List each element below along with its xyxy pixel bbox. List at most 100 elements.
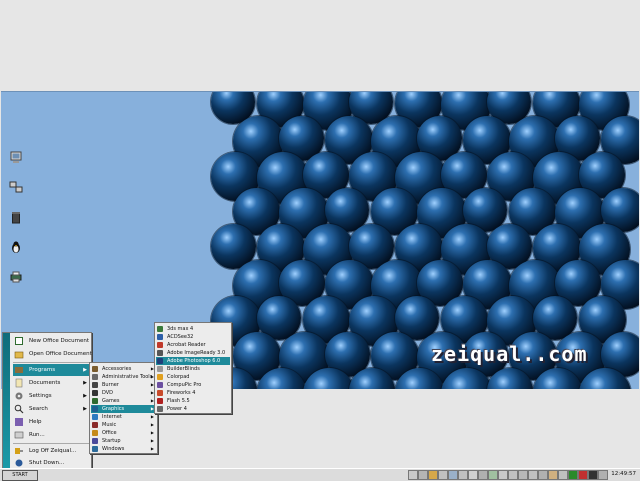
documents-icon <box>15 378 23 388</box>
tray-icon[interactable] <box>478 470 488 480</box>
graphics-app-item[interactable]: Adobe ImageReady 3.0 <box>156 349 230 357</box>
tray-icon[interactable] <box>458 470 468 480</box>
tray-icon[interactable] <box>468 470 478 480</box>
app-icon <box>157 342 163 348</box>
app-icon <box>157 398 163 404</box>
tray-icon[interactable] <box>508 470 518 480</box>
app-icon <box>157 390 163 396</box>
computer-icon[interactable] <box>9 150 23 164</box>
programs-item[interactable]: Graphics ▶ <box>91 405 156 413</box>
run-icon <box>14 431 24 439</box>
programs-item[interactable]: Administrative Tools ▶ <box>91 373 156 381</box>
office-document-icon <box>15 337 23 345</box>
start-item-help[interactable]: Help <box>13 416 89 428</box>
folder-icon <box>92 398 98 404</box>
graphics-app-item[interactable]: Adobe Photoshop 6.0 <box>156 357 230 365</box>
system-tray <box>408 470 638 480</box>
tray-icon[interactable] <box>558 470 568 480</box>
open-office-document-item[interactable]: Open Office Document <box>13 348 92 360</box>
submenu-arrow-icon: ▶ <box>150 414 154 419</box>
start-item-run[interactable]: Run... <box>13 429 89 441</box>
graphics-app-item[interactable]: CompuPic Pro <box>156 381 230 389</box>
graphics-app-item[interactable]: ACDSee32 <box>156 333 230 341</box>
graphics-submenu: 3ds max 4 ACDSee32 Acrobat Reader Adobe Ima… <box>154 322 232 414</box>
start-menu: New Office Document Open Office Document… <box>2 332 92 470</box>
printer-icon[interactable] <box>9 270 23 284</box>
programs-submenu: Accessories ▶ Administrative Tools ▶ Burner ▶… <box>89 362 158 454</box>
submenu-arrow-icon: ▶ <box>83 393 87 399</box>
tray-icon[interactable] <box>578 470 588 480</box>
folder-icon <box>92 430 98 436</box>
submenu-arrow-icon: ▶ <box>150 422 154 427</box>
tray-icon[interactable] <box>418 470 428 480</box>
tray-icon[interactable] <box>598 470 608 480</box>
tray-icon[interactable] <box>408 470 418 480</box>
programs-item[interactable]: Games ▶ <box>91 397 156 405</box>
menu-separator <box>13 443 89 444</box>
app-icon <box>157 374 163 380</box>
desktop-wallpaper: zeiqual..com <box>1 91 639 389</box>
graphics-app-item[interactable]: BuilderBlinds <box>156 365 230 373</box>
taskbar-clock: 12:49:57 <box>611 471 636 477</box>
taskbar: START 12:49:57 <box>0 468 640 481</box>
start-item-search[interactable]: Search ▶ <box>13 403 89 415</box>
programs-item[interactable]: Windows ▶ <box>91 445 156 453</box>
app-icon <box>157 366 163 372</box>
programs-item[interactable]: Startup ▶ <box>91 437 156 445</box>
start-item-settings[interactable]: Settings ▶ <box>13 390 89 402</box>
new-office-document-item[interactable]: New Office Document <box>13 335 89 347</box>
programs-item[interactable]: DVD ▶ <box>91 389 156 397</box>
app-icon <box>157 326 163 332</box>
tray-icon[interactable] <box>588 470 598 480</box>
tray-icon[interactable] <box>498 470 508 480</box>
folder-icon <box>92 414 98 420</box>
programs-item[interactable]: Office ▶ <box>91 429 156 437</box>
programs-item[interactable]: Internet ▶ <box>91 413 156 421</box>
tray-icon[interactable] <box>548 470 558 480</box>
graphics-app-item[interactable]: Acrobat Reader <box>156 341 230 349</box>
shut-down-icon <box>15 459 23 467</box>
app-icon <box>157 358 163 364</box>
tray-icon[interactable] <box>448 470 458 480</box>
folder-icon <box>92 390 98 396</box>
programs-item[interactable]: Music ▶ <box>91 421 156 429</box>
graphics-app-item[interactable]: 3ds max 4 <box>156 325 230 333</box>
folder-icon <box>92 406 98 412</box>
trash-icon[interactable] <box>9 210 23 224</box>
folder-icon <box>92 374 98 380</box>
tray-icon[interactable] <box>518 470 528 480</box>
tray-icon[interactable] <box>528 470 538 480</box>
programs-item[interactable]: Burner ▶ <box>91 381 156 389</box>
graphics-app-item[interactable]: Fireworks 4 <box>156 389 230 397</box>
help-icon <box>15 418 23 426</box>
folder-icon <box>92 366 98 372</box>
log-off-item[interactable]: Log Off Zeiqual... <box>13 445 89 457</box>
network-icon[interactable] <box>9 180 23 194</box>
programs-icon <box>15 367 23 373</box>
start-item-documents[interactable]: Documents ▶ <box>13 377 89 389</box>
submenu-arrow-icon: ▶ <box>83 367 87 373</box>
settings-icon <box>15 392 23 400</box>
submenu-arrow-icon: ▶ <box>150 438 154 443</box>
tray-icon[interactable] <box>488 470 498 480</box>
graphics-app-item[interactable]: Colorpad <box>156 373 230 381</box>
submenu-arrow-icon: ▶ <box>150 446 154 451</box>
tray-icon[interactable] <box>538 470 548 480</box>
submenu-arrow-icon: ▶ <box>83 380 87 386</box>
tray-icon[interactable] <box>568 470 578 480</box>
app-icon <box>157 350 163 356</box>
wallpaper-watermark: zeiqual..com <box>431 342 588 366</box>
app-icon <box>157 406 163 412</box>
penguin-icon[interactable] <box>9 240 23 254</box>
programs-item[interactable]: Accessories ▶ <box>91 365 156 373</box>
folder-icon <box>14 351 24 359</box>
submenu-arrow-icon: ▶ <box>83 406 87 412</box>
start-button[interactable]: START <box>2 470 38 481</box>
graphics-app-item[interactable]: Power 4 <box>156 405 230 413</box>
menu-separator <box>13 362 89 363</box>
tray-icon[interactable] <box>428 470 438 480</box>
app-icon <box>157 382 163 388</box>
start-item-programs[interactable]: Programs ▶ <box>13 364 89 376</box>
graphics-app-item[interactable]: Flash 5.5 <box>156 397 230 405</box>
tray-icon[interactable] <box>438 470 448 480</box>
